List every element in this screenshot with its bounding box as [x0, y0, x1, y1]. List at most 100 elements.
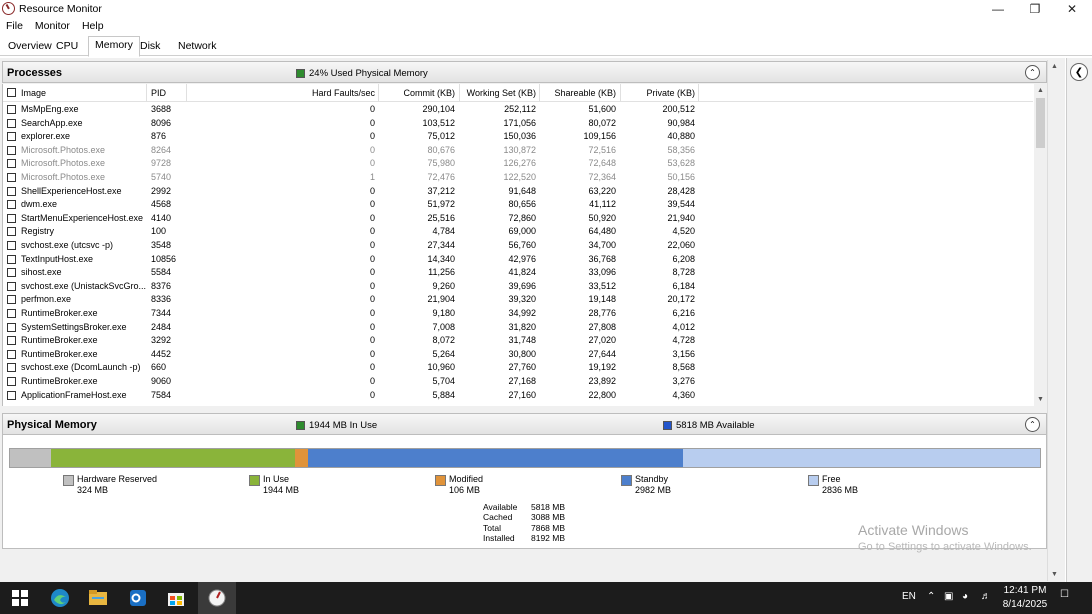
physical-memory-header[interactable]: Physical Memory 1944 MB In Use 5818 MB A…: [2, 413, 1047, 435]
menu-help[interactable]: Help: [76, 18, 110, 34]
table-row[interactable]: svchost.exe (DcomLaunch -p) 660 0 10,960 27,…: [3, 361, 1033, 375]
legend-label: Free: [822, 474, 841, 484]
table-row[interactable]: perfmon.exe 8336 0 21,904 39,320 19,148 20,172: [3, 293, 1033, 307]
table-row[interactable]: RuntimeBroker.exe 7344 0 9,180 34,992 28,776 6…: [3, 307, 1033, 321]
col-hard-faults[interactable]: Hard Faults/sec: [233, 88, 375, 98]
tab-cpu[interactable]: CPU: [50, 38, 84, 56]
outlook-icon[interactable]: [126, 586, 150, 610]
volume-icon[interactable]: ♬: [981, 591, 991, 602]
cell-hard-faults: 0: [369, 362, 375, 373]
cell-shareable: 64,480: [588, 226, 616, 237]
table-row[interactable]: Microsoft.Photos.exe 8264 0 80,676 130,872 72…: [3, 144, 1033, 158]
cell-shareable: 41,112: [589, 199, 616, 210]
minimize-button[interactable]: —: [978, 0, 1018, 18]
row-checkbox[interactable]: [7, 145, 16, 155]
globe-icon[interactable]: ◕: [962, 591, 968, 602]
row-checkbox[interactable]: [7, 159, 16, 169]
col-commit[interactable]: Commit (KB): [379, 88, 456, 98]
row-checkbox[interactable]: [7, 377, 16, 386]
used-memory-label: 24% Used Physical Memory: [309, 68, 428, 79]
row-checkbox[interactable]: [7, 200, 16, 210]
row-checkbox[interactable]: [7, 309, 16, 318]
processes-scroll-up-icon[interactable]: ▲: [1034, 84, 1047, 96]
notification-icon[interactable]: ☐: [1060, 589, 1069, 600]
row-checkbox[interactable]: [7, 227, 16, 237]
language-indicator[interactable]: EN: [902, 591, 916, 602]
collapse-processes-icon[interactable]: ⌃: [1025, 65, 1040, 80]
table-row[interactable]: StartMenuExperienceHost.exe 4140 0 25,516 72…: [3, 212, 1033, 226]
edge-browser-icon[interactable]: [48, 586, 72, 610]
processes-scroll-down-icon[interactable]: ▼: [1034, 393, 1047, 405]
network-icon[interactable]: ▣: [944, 591, 953, 602]
table-row[interactable]: SearchApp.exe 8096 0 103,512 171,056 80,072 90…: [3, 117, 1033, 131]
table-row[interactable]: ApplicationFrameHost.exe 7584 0 5,884 27,160…: [3, 389, 1033, 403]
table-row[interactable]: RuntimeBroker.exe 4452 0 5,264 30,800 27,644 3…: [3, 348, 1033, 362]
menu-file[interactable]: File: [0, 18, 29, 34]
row-checkbox[interactable]: [7, 254, 16, 264]
store-icon[interactable]: [164, 586, 188, 610]
show-hidden-icons-icon[interactable]: ⌃: [927, 591, 935, 602]
cell-private: 4,012: [672, 321, 695, 332]
row-checkbox[interactable]: [7, 118, 16, 128]
row-checkbox[interactable]: [7, 336, 16, 346]
row-checkbox[interactable]: [7, 268, 16, 278]
row-checkbox[interactable]: [7, 390, 16, 400]
collapse-physical-memory-icon[interactable]: ⌃: [1025, 417, 1040, 432]
col-image[interactable]: Image: [21, 88, 46, 98]
cell-private: 22,060: [667, 240, 695, 250]
file-explorer-icon[interactable]: [86, 586, 110, 610]
table-row[interactable]: svchost.exe (UnistackSvcGro... 8376 0 9,260…: [3, 280, 1033, 294]
close-button[interactable]: ✕: [1052, 0, 1092, 18]
table-row[interactable]: sihost.exe 5584 0 11,256 41,824 33,096 8,728: [3, 266, 1033, 280]
cell-commit: 5,884: [432, 389, 455, 400]
cell-hard-faults: 0: [369, 253, 375, 264]
maximize-button[interactable]: ❐: [1015, 0, 1055, 18]
row-checkbox[interactable]: [7, 213, 16, 223]
table-row[interactable]: Microsoft.Photos.exe 5740 1 72,476 122,520 72…: [3, 171, 1033, 185]
row-checkbox[interactable]: [7, 281, 16, 291]
row-checkbox[interactable]: [7, 322, 16, 332]
tab-disk[interactable]: Disk: [134, 38, 166, 56]
row-checkbox[interactable]: [7, 105, 16, 114]
table-row[interactable]: svchost.exe (utcsvc -p) 3548 0 27,344 56,760…: [3, 239, 1033, 253]
table-row[interactable]: dwm.exe 4568 0 51,972 80,656 41,112 39,544: [3, 198, 1033, 212]
collapse-charts-icon[interactable]: ❮: [1070, 63, 1088, 81]
cell-private: 50,156: [667, 172, 695, 182]
table-row[interactable]: SystemSettingsBroker.exe 2484 0 7,008 31,820…: [3, 321, 1033, 335]
cell-commit: 5,704: [432, 376, 455, 386]
row-checkbox[interactable]: [7, 241, 16, 250]
row-checkbox[interactable]: [7, 295, 16, 305]
select-all-checkbox[interactable]: [7, 88, 16, 97]
row-checkbox[interactable]: [7, 349, 16, 359]
table-row[interactable]: RuntimeBroker.exe 9060 0 5,704 27,168 23,892 3…: [3, 375, 1033, 389]
table-row[interactable]: ShellExperienceHost.exe 2992 0 37,212 91,648…: [3, 185, 1033, 199]
row-checkbox[interactable]: [7, 132, 16, 142]
scroll-up-arrow-icon[interactable]: ▲: [1048, 60, 1061, 72]
tab-network[interactable]: Network: [172, 38, 223, 56]
start-windows-icon[interactable]: [8, 586, 32, 610]
table-row[interactable]: Registry 100 0 4,784 69,000 64,480 4,520: [3, 225, 1033, 239]
col-private[interactable]: Private (KB): [621, 88, 695, 98]
col-working-set[interactable]: Working Set (KB): [460, 88, 536, 98]
resource-monitor-taskbar-icon[interactable]: [205, 586, 229, 610]
row-checkbox[interactable]: [7, 173, 16, 182]
clock[interactable]: 12:41 PM 8/14/2025: [1000, 584, 1050, 612]
row-checkbox[interactable]: [7, 186, 16, 196]
scroll-down-arrow-icon[interactable]: ▼: [1048, 568, 1061, 580]
table-row[interactable]: Microsoft.Photos.exe 9728 0 75,980 126,276 72…: [3, 157, 1033, 171]
table-row[interactable]: MsMpEng.exe 3688 0 290,104 252,112 51,600 200,…: [3, 103, 1033, 117]
row-checkbox[interactable]: [7, 363, 16, 373]
col-shareable[interactable]: Shareable (KB): [540, 88, 616, 98]
processes-scroll-thumb[interactable]: [1036, 98, 1045, 148]
table-row[interactable]: RuntimeBroker.exe 3292 0 8,072 31,748 27,020 4…: [3, 334, 1033, 348]
table-row[interactable]: TextInputHost.exe 10856 0 14,340 42,976 36,76…: [3, 253, 1033, 267]
cell-shareable: 27,808: [588, 321, 616, 332]
col-pid[interactable]: PID: [151, 88, 166, 98]
table-row[interactable]: explorer.exe 876 0 75,012 150,036 109,156 40,8…: [3, 130, 1033, 144]
main-scrollbar[interactable]: ▲ ▼: [1047, 60, 1063, 581]
menu-monitor[interactable]: Monitor: [29, 18, 76, 34]
cell-shareable: 72,648: [588, 158, 616, 169]
processes-scrollbar[interactable]: ▲ ▼: [1034, 84, 1047, 406]
processes-header[interactable]: Processes 24% Used Physical Memory ⌃: [2, 61, 1047, 83]
tab-memory[interactable]: Memory: [88, 36, 140, 57]
